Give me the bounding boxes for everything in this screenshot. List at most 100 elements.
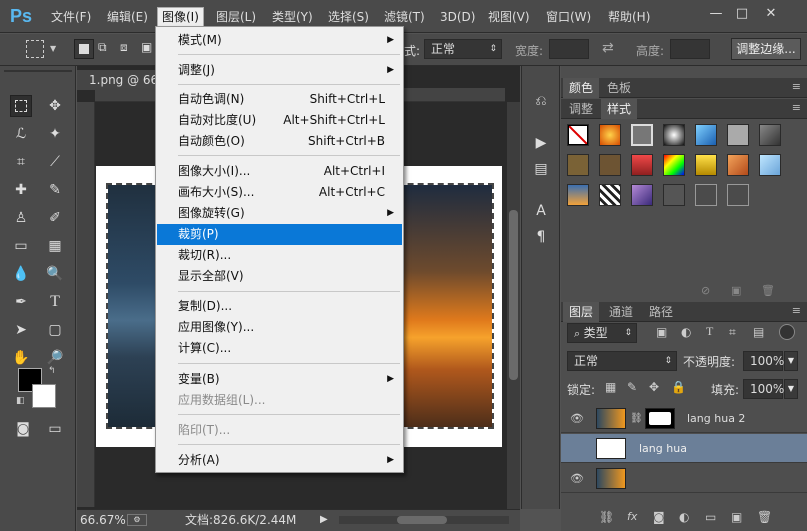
chevron-down-icon[interactable]: ▼ — [50, 44, 56, 53]
opacity-input[interactable]: 100% — [743, 351, 784, 371]
panel-menu-icon[interactable]: ≡ — [792, 101, 801, 114]
menu-item-auto-color[interactable]: 自动颜色(O) Shift+Ctrl+B — [157, 131, 402, 152]
actions-play-icon[interactable]: ▶ — [530, 132, 552, 154]
adjustment-layer-icon[interactable]: ◐ — [679, 510, 689, 524]
menu-window[interactable]: 窗口(W) — [542, 7, 595, 27]
style-swatch[interactable] — [599, 184, 621, 206]
menu-item-apply-image[interactable]: 应用图像(Y)... — [157, 317, 402, 338]
history-brush-icon[interactable]: ✐ — [44, 207, 66, 229]
minimize-icon[interactable]: — — [705, 3, 727, 25]
layer-filter-select[interactable]: ⌕ 类型 ⇕ — [567, 323, 637, 343]
close-icon[interactable]: ✕ — [760, 3, 782, 25]
new-layer-icon[interactable]: ▣ — [731, 510, 742, 524]
zoom-level[interactable]: 66.67% — [80, 510, 126, 530]
style-swatch[interactable] — [759, 154, 781, 176]
toolbar-grip[interactable] — [4, 70, 72, 72]
pen-tool-icon[interactable]: ✒ — [10, 291, 32, 313]
menu-file[interactable]: 文件(F) — [47, 7, 95, 27]
status-menu-icon[interactable]: ⚙ — [127, 514, 147, 526]
rectangle-marquee-icon[interactable] — [10, 95, 32, 117]
brush-tool-icon[interactable]: ✎ — [44, 179, 66, 201]
width-input[interactable] — [549, 39, 589, 59]
style-swatch[interactable] — [663, 154, 685, 176]
style-select[interactable]: 正常 ⇕ — [424, 39, 502, 59]
style-swatch[interactable] — [695, 124, 717, 146]
menu-layer[interactable]: 图层(L) — [212, 7, 260, 27]
style-swatch[interactable] — [631, 154, 653, 176]
style-swatch[interactable] — [663, 124, 685, 146]
style-swatch[interactable] — [631, 124, 653, 146]
tab-layers[interactable]: 图层 — [563, 302, 600, 322]
refine-edge-button[interactable]: 调整边缘... — [731, 38, 801, 60]
swap-colors-icon[interactable]: ↰ — [48, 366, 56, 376]
style-swatch[interactable] — [567, 154, 589, 176]
marquee-tool-icon[interactable] — [26, 40, 44, 58]
menu-item-reveal-all[interactable]: 显示全部(V) — [157, 266, 402, 287]
filter-pixel-icon[interactable]: ▣ — [656, 325, 667, 339]
menu-item-canvas-size[interactable]: 画布大小(S)... Alt+Ctrl+C — [157, 182, 402, 203]
crop-tool-icon[interactable]: ⌗ — [10, 151, 32, 173]
lock-pixels-icon[interactable]: ✎ — [627, 380, 637, 394]
clear-style-icon[interactable]: ⊘ — [701, 284, 710, 297]
panel-menu-icon[interactable]: ≡ — [792, 80, 801, 93]
quick-mask-icon[interactable]: ◙ — [12, 418, 34, 440]
history-panel-icon[interactable]: ⎌ — [530, 90, 552, 112]
menu-item-duplicate[interactable]: 复制(D)... — [157, 296, 402, 317]
restore-icon[interactable]: □ — [731, 3, 753, 25]
menu-item-calculations[interactable]: 计算(C)... — [157, 338, 402, 359]
menu-edit[interactable]: 编辑(E) — [103, 7, 152, 27]
swap-icon[interactable]: ⇄ — [602, 40, 614, 56]
layer-row[interactable]: 👁 — [561, 464, 807, 493]
filter-type-icon[interactable]: T — [706, 324, 713, 339]
rectangle-shape-icon[interactable]: ▢ — [44, 319, 66, 341]
filter-shape-icon[interactable]: ⌗ — [729, 325, 736, 340]
style-swatch[interactable] — [727, 154, 749, 176]
delete-style-icon[interactable]: 🗑 — [761, 284, 775, 297]
status-arrow-icon[interactable]: ▶ — [320, 510, 328, 530]
menu-item-image-size[interactable]: 图像大小(I)... Alt+Ctrl+I — [157, 161, 402, 182]
new-group-icon[interactable]: ▭ — [705, 510, 716, 524]
style-swatch[interactable] — [727, 124, 749, 146]
style-swatch[interactable] — [759, 124, 781, 146]
menu-filter[interactable]: 滤镜(T) — [380, 7, 429, 27]
tab-styles[interactable]: 样式 — [601, 99, 638, 119]
menu-3d[interactable]: 3D(D) — [436, 7, 479, 27]
new-style-icon[interactable]: ▣ — [731, 284, 741, 297]
hand-tool-icon[interactable]: ✋ — [10, 347, 32, 369]
style-swatch[interactable] — [663, 184, 685, 206]
menu-select[interactable]: 选择(S) — [324, 7, 373, 27]
lock-position-icon[interactable]: ✥ — [649, 380, 659, 394]
type-tool-icon[interactable]: T — [44, 291, 66, 313]
horizontal-scrollbar-thumb[interactable] — [397, 516, 447, 524]
menu-item-crop[interactable]: 裁剪(P) — [157, 224, 402, 245]
move-tool-icon[interactable]: ✥ — [44, 95, 66, 117]
style-swatch[interactable] — [695, 184, 717, 206]
menu-item-auto-contrast[interactable]: 自动对比度(U) Alt+Shift+Ctrl+L — [157, 110, 402, 131]
new-selection-icon[interactable] — [74, 39, 94, 59]
layer-row[interactable]: 👁 ⛓ lang hua 2 — [561, 404, 807, 433]
panel-menu-icon[interactable]: ≡ — [792, 304, 801, 317]
paragraph-panel-icon[interactable]: ¶ — [530, 226, 552, 248]
add-selection-icon[interactable]: ⧉ — [98, 40, 114, 56]
visibility-eye-icon[interactable]: 👁 — [570, 464, 584, 493]
filter-toggle-icon[interactable] — [779, 324, 795, 340]
visibility-eye-icon[interactable]: 👁 — [570, 404, 584, 433]
blend-mode-select[interactable]: 正常 ⇕ — [567, 351, 677, 371]
tab-adjustments[interactable]: 调整 — [563, 99, 599, 119]
link-icon[interactable]: ⛓ — [630, 404, 643, 433]
eraser-tool-icon[interactable]: ▭ — [10, 235, 32, 257]
tab-color[interactable]: 颜色 — [563, 78, 600, 98]
menu-item-adjustments[interactable]: 调整(J) ▶ — [157, 60, 402, 81]
filter-smart-object-icon[interactable]: ▤ — [753, 325, 764, 339]
tab-swatches[interactable]: 色板 — [601, 78, 637, 98]
style-swatch[interactable] — [695, 154, 717, 176]
menu-help[interactable]: 帮助(H) — [604, 7, 654, 27]
fill-dropdown-icon[interactable]: ▼ — [784, 379, 798, 399]
height-input[interactable] — [670, 39, 710, 59]
lock-transparent-icon[interactable]: ▦ — [605, 380, 616, 394]
fill-input[interactable]: 100% — [743, 379, 784, 399]
layer-style-icon[interactable]: fx — [627, 510, 637, 523]
link-layers-icon[interactable]: ⛓ — [599, 510, 614, 524]
default-colors-icon[interactable]: ◧ — [16, 396, 25, 406]
delete-layer-icon[interactable]: 🗑 — [757, 510, 772, 524]
